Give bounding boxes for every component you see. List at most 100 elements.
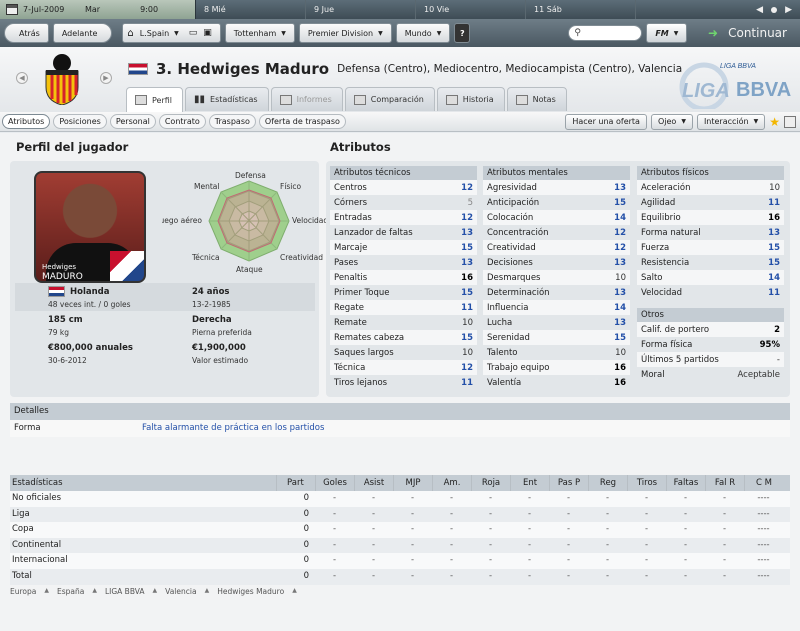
stats-column-header[interactable]: Asist	[354, 475, 393, 491]
search-input[interactable]: ⚲	[568, 25, 643, 41]
attribute-row[interactable]: Valentía 16	[483, 375, 630, 390]
stats-column-header[interactable]: Goles	[315, 475, 354, 491]
world-menu[interactable]: Mundo ▼	[395, 23, 451, 43]
chevron-up-icon[interactable]: ▲	[205, 587, 210, 596]
attribute-row[interactable]: Anticipación 15	[483, 195, 630, 210]
stats-row[interactable]: No oficiales 0- - - - - - - - - - - ----	[10, 491, 790, 507]
stats-column-header[interactable]: Fal R	[705, 475, 744, 491]
stats-column-header[interactable]: Tiros	[627, 475, 666, 491]
calendar-day[interactable]: 8 Mié	[196, 0, 306, 19]
make-offer-button[interactable]: Hacer una oferta	[565, 113, 647, 130]
calendar-day[interactable]: 10 Vie	[416, 0, 526, 19]
subtab-personal[interactable]: Personal	[109, 114, 156, 129]
attribute-row[interactable]: Aceleración 10	[637, 180, 784, 195]
tab-estadisticas[interactable]: ▮▮ Estadísticas	[185, 87, 269, 111]
attribute-row[interactable]: Calif. de portero 2	[637, 322, 784, 337]
attribute-row[interactable]: Agresividad 13	[483, 180, 630, 195]
next-arrow-icon[interactable]: ▶	[785, 5, 792, 15]
screen-icon[interactable]: ▣	[203, 28, 212, 38]
attribute-row[interactable]: Trabajo equipo 16	[483, 360, 630, 375]
stats-row[interactable]: Liga 0- - - - - - - - - - - ----	[10, 506, 790, 523]
club-menu[interactable]: Tottenham ▼	[224, 23, 295, 43]
attribute-row[interactable]: Equilibrio 16	[637, 210, 784, 225]
attribute-row[interactable]: Lucha 13	[483, 315, 630, 330]
stats-column-header[interactable]: Faltas	[666, 475, 705, 491]
subtab-atributos[interactable]: Atributos	[2, 114, 51, 129]
breadcrumb-item[interactable]: Hedwiges Maduro	[217, 587, 284, 596]
attribute-row[interactable]: Decisiones 13	[483, 255, 630, 270]
attribute-row[interactable]: Técnica 12	[330, 360, 477, 375]
attribute-row[interactable]: Remate 10	[330, 315, 477, 330]
fm-menu[interactable]: FM ▼	[646, 23, 688, 43]
current-date[interactable]: 7-Jul-2009 Mar 9:00	[0, 0, 196, 19]
tab-historia[interactable]: Historia	[436, 87, 505, 111]
attribute-row[interactable]: Pases 13	[330, 255, 477, 270]
attribute-row[interactable]: Regate 11	[330, 300, 477, 315]
today-dot-icon[interactable]	[771, 6, 778, 13]
attribute-row[interactable]: Influencia 14	[483, 300, 630, 315]
stats-row[interactable]: Copa 0- - - - - - - - - - - ----	[10, 522, 790, 538]
attribute-row[interactable]: Marcaje 15	[330, 240, 477, 255]
attribute-row[interactable]: Forma natural 13	[637, 225, 784, 240]
stats-column-header[interactable]: Pas P	[549, 475, 588, 491]
attribute-row[interactable]: Salto 14	[637, 270, 784, 285]
attribute-row[interactable]: Determinación 13	[483, 285, 630, 300]
attribute-row[interactable]: Primer Toque 15	[330, 285, 477, 300]
stats-column-header[interactable]: Am.	[432, 475, 471, 491]
mail-icon[interactable]: ▭	[189, 28, 198, 38]
attribute-row[interactable]: Córners 5	[330, 195, 477, 210]
attribute-row[interactable]: Penaltis 16	[330, 270, 477, 285]
subtab-posiciones[interactable]: Posiciones	[53, 114, 107, 129]
calendar-day[interactable]: 11 Sáb	[526, 0, 636, 19]
subtab-contrato[interactable]: Contrato	[158, 114, 206, 129]
help-button[interactable]: ?	[454, 23, 471, 43]
attribute-row[interactable]: Entradas 12	[330, 210, 477, 225]
stats-column-header[interactable]: Ent	[510, 475, 549, 491]
attribute-row[interactable]: Remates cabeza 15	[330, 330, 477, 345]
attribute-row[interactable]: Colocación 14	[483, 210, 630, 225]
stats-row[interactable]: Total 0- - - - - - - - - - - ----	[10, 568, 790, 585]
scout-button[interactable]: Ojeo ▼	[650, 113, 693, 130]
stats-column-header[interactable]: Roja	[471, 475, 510, 491]
competition-menu[interactable]: Premier Division ▼	[298, 23, 392, 43]
breadcrumb-item[interactable]: LIGA BBVA	[105, 587, 145, 596]
stats-column-header[interactable]: Part	[276, 475, 315, 491]
attribute-row[interactable]: Forma física 95%	[637, 337, 784, 352]
attribute-row[interactable]: Creatividad 12	[483, 240, 630, 255]
stats-column-header[interactable]: C M	[744, 475, 783, 491]
attribute-row[interactable]: Talento 10	[483, 345, 630, 360]
attribute-row[interactable]: Saques largos 10	[330, 345, 477, 360]
attribute-row[interactable]: Resistencia 15	[637, 255, 784, 270]
stats-row[interactable]: Internacional 0- - - - - - - - - - - ----	[10, 553, 790, 569]
stats-column-header[interactable]: Estadísticas	[10, 475, 276, 491]
chevron-up-icon[interactable]: ▲	[44, 587, 49, 596]
attribute-row[interactable]: Tiros lejanos 11	[330, 375, 477, 390]
subtab-traspaso[interactable]: Traspaso	[208, 114, 256, 129]
chevron-up-icon[interactable]: ▲	[153, 587, 158, 596]
attribute-row[interactable]: Agilidad 11	[637, 195, 784, 210]
attribute-row[interactable]: Desmarques 10	[483, 270, 630, 285]
next-player-button[interactable]: ▶	[100, 72, 112, 84]
attribute-row[interactable]: Concentración 12	[483, 225, 630, 240]
tab-comparacion[interactable]: Comparación	[344, 87, 435, 111]
league-menu[interactable]: ⌂ L.Spain ▼ ▭ ▣	[122, 23, 221, 43]
chevron-up-icon[interactable]: ▲	[292, 587, 297, 596]
stats-row[interactable]: Continental 0- - - - - - - - - - - ----	[10, 537, 790, 554]
attribute-row[interactable]: Fuerza 15	[637, 240, 784, 255]
breadcrumb-item[interactable]: España	[57, 587, 84, 596]
continue-button[interactable]: ➜ Continuar	[695, 19, 800, 47]
tab-notas[interactable]: Notas	[506, 87, 567, 111]
attribute-row[interactable]: Lanzador de faltas 13	[330, 225, 477, 240]
forward-button[interactable]: Adelante	[52, 23, 113, 43]
attribute-row[interactable]: Últimos 5 partidos -	[637, 352, 784, 367]
prev-player-button[interactable]: ◀	[16, 72, 28, 84]
attribute-row[interactable]: Moral Aceptable	[637, 367, 784, 382]
chevron-up-icon[interactable]: ▲	[92, 587, 97, 596]
subtab-oferta-traspaso[interactable]: Oferta de traspaso	[258, 114, 346, 129]
attribute-row[interactable]: Centros 12	[330, 180, 477, 195]
tab-informes[interactable]: Informes	[270, 87, 343, 111]
stats-column-header[interactable]: MJP	[393, 475, 432, 491]
prev-arrow-icon[interactable]: ◀	[756, 5, 763, 15]
attribute-row[interactable]: Velocidad 11	[637, 285, 784, 300]
tab-perfil[interactable]: Perfil	[126, 87, 184, 112]
